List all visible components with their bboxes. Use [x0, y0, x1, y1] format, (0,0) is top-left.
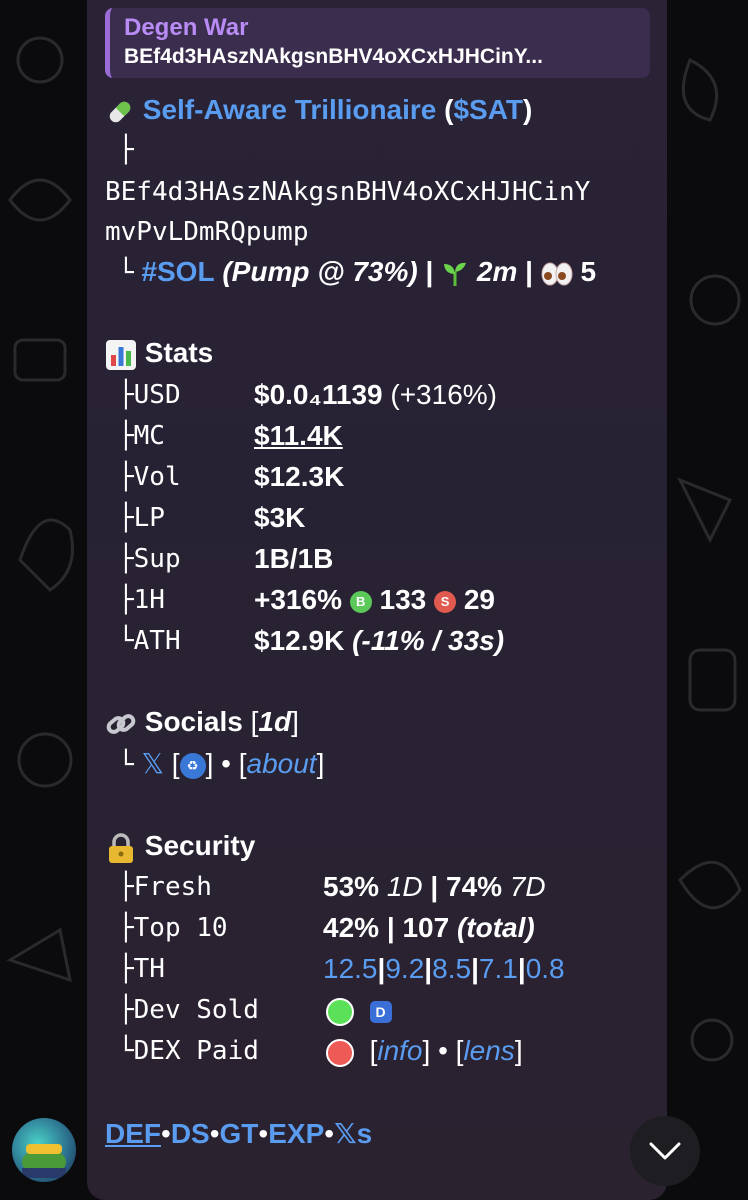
security-dex-value: [info] • [lens] [326, 1031, 523, 1071]
stats-row-1h-label: ├1H [118, 585, 165, 615]
socials-heading: Socials [1d] [105, 702, 299, 742]
th-value-link[interactable]: 0.8 [526, 953, 565, 984]
security-dev-label: ├Dev Sold [118, 995, 259, 1025]
th-value-link[interactable]: 9.2 [385, 953, 424, 984]
security-dex-label: └DEX Paid [118, 1036, 259, 1066]
security-fresh-value: 53% 1D | 74% 7D [323, 871, 546, 902]
stats-row-lp-value: $3K [254, 502, 306, 533]
stats-row-ath-label: └ATH [118, 626, 181, 656]
eyes-icon [541, 262, 573, 286]
footer-links: DEF•DS•GT•EXP•𝕏s [105, 1118, 373, 1149]
th-value-link[interactable]: 8.5 [432, 953, 471, 984]
stats-row-lp-label: ├LP [118, 503, 165, 533]
chevron-down-icon [649, 1142, 681, 1160]
red-circle-icon [326, 1038, 354, 1067]
avatar[interactable] [12, 1118, 76, 1182]
about-link[interactable]: about [247, 748, 317, 779]
stats-row-sup-value: 1B/1B [254, 543, 334, 574]
token-meta: └ #SOL (Pump @ 73%) | 2m | 5 [118, 256, 597, 288]
lens-link[interactable]: lens [463, 1035, 514, 1066]
sells-count: 29 [463, 584, 495, 615]
seedling-icon [444, 262, 467, 286]
footer-link-ds[interactable]: DS [171, 1118, 210, 1149]
token-title: Self-Aware Trillionaire ($SAT) [105, 90, 532, 130]
scroll-down-button[interactable] [630, 1116, 700, 1186]
security-dev-value: D [326, 990, 392, 1030]
reply-title: Degen War [124, 14, 249, 41]
socials-links: └ 𝕏 [♻] • [about] [118, 748, 325, 780]
reply-preview[interactable]: Degen War BEf4d3HAszNAkgsnBHV4oXCxHJHCin… [105, 8, 650, 78]
tree-end: └ [118, 258, 134, 288]
bar-chart-icon [106, 339, 136, 370]
footer-link-def[interactable]: DEF [105, 1118, 161, 1149]
pump-status: (Pump @ 73%) [222, 256, 418, 287]
footer-link-exp[interactable]: EXP [268, 1118, 324, 1149]
stats-heading-text: Stats [144, 337, 214, 368]
dev-badge-icon[interactable]: D [369, 1000, 392, 1023]
security-th-label: ├TH [118, 954, 165, 984]
stats-row-vol-value: $12.3K [254, 461, 345, 492]
security-top10-label: ├Top 10 [118, 913, 228, 943]
security-top10-value: 42% | 107 (total) [323, 912, 535, 943]
link-icon [106, 713, 136, 734]
token-name-link[interactable]: Self-Aware Trillionaire [143, 94, 437, 125]
address-line-1[interactable]: BEf4d3HAszNAkgsnBHV4oXCxHJHCinY [105, 172, 590, 212]
stats-row-sup-label: ├Sup [118, 544, 181, 574]
socials-age: 1d [258, 706, 292, 737]
stats-row-mc-value[interactable]: $11.4K [254, 416, 343, 456]
buys-count: 133 [379, 584, 427, 615]
th-value-link[interactable]: 7.1 [479, 953, 518, 984]
security-fresh-label: ├Fresh [118, 872, 212, 902]
info-link[interactable]: info [377, 1035, 422, 1066]
stats-row-1h-value: +316% B 133 S 29 [254, 584, 495, 615]
stats-heading: Stats [105, 333, 213, 373]
token-ticker-link[interactable]: $SAT [453, 94, 523, 125]
sells-badge-icon: S [434, 590, 457, 613]
security-heading-text: Security [144, 830, 256, 861]
stats-row-usd-label: ├USD [118, 380, 181, 410]
chain-link[interactable]: #SOL [141, 256, 214, 287]
watchers-count: 5 [580, 256, 597, 287]
pill-icon [109, 101, 131, 122]
buys-badge-icon: B [349, 590, 372, 613]
stats-row-ath-value: $12.9K (-11% / 33s) [254, 625, 505, 656]
security-heading: Security [105, 826, 255, 866]
address-line-2[interactable]: mvPvLDmRQpump [105, 212, 309, 252]
x-link[interactable]: 𝕏 [141, 748, 164, 779]
stats-row-usd-value: $0.0₄1139 (+316%) [254, 379, 497, 410]
reply-text: BEf4d3HAszNAkgsnBHV4oXCxHJHCinY... [124, 45, 543, 68]
token-age: 2m [476, 256, 518, 287]
socials-heading-text: Socials [144, 706, 243, 737]
recycle-icon[interactable]: ♻ [179, 752, 206, 779]
avatar-frog-icon [22, 1144, 66, 1178]
stats-row-mc-label: ├MC [118, 421, 165, 451]
security-th-values: 12.5|9.2|8.5|7.1|0.8 [323, 953, 565, 984]
tree-mid: ├ [118, 135, 134, 165]
th-value-link[interactable]: 12.5 [323, 953, 378, 984]
footer-link-xs[interactable]: 𝕏s [334, 1118, 372, 1149]
lock-icon [109, 832, 133, 863]
footer-link-gt[interactable]: GT [220, 1118, 259, 1149]
green-circle-icon [326, 997, 354, 1026]
stats-row-vol-label: ├Vol [118, 462, 181, 492]
